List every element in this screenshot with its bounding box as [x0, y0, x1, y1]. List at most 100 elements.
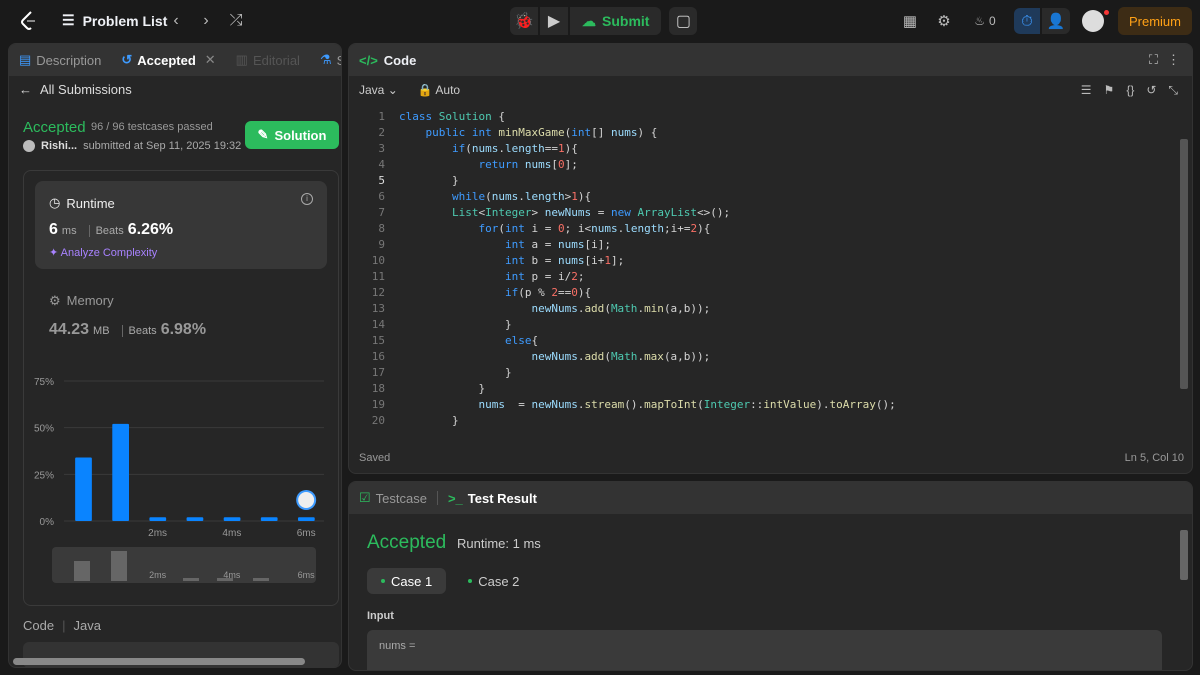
- tab-editorial[interactable]: ▥ Editorial: [236, 52, 300, 68]
- tab-label: So: [337, 53, 341, 68]
- info-icon[interactable]: i: [301, 193, 313, 205]
- username[interactable]: Rishi...: [41, 140, 77, 152]
- avatar[interactable]: [23, 140, 35, 152]
- overview-bar: [111, 551, 127, 581]
- vertical-scrollbar[interactable]: [1180, 139, 1188, 389]
- avatar[interactable]: [1082, 10, 1104, 32]
- case-2-tab[interactable]: Case 2: [454, 568, 533, 594]
- bookmark-icon[interactable]: ⚑: [1104, 83, 1115, 98]
- code-line[interactable]: public int minMaxGame(int[] nums) {: [399, 126, 658, 139]
- left-panel: ▤ Description ↺ Accepted ✕ ▥ Editorial ⚗ So ←…: [8, 43, 342, 668]
- analyze-label: Analyze Complexity: [60, 247, 158, 259]
- beats-label: Beats: [121, 325, 157, 337]
- code-line[interactable]: if(nums.length==1){: [399, 142, 578, 155]
- bar: [149, 517, 167, 521]
- premium-button[interactable]: Premium: [1118, 7, 1192, 35]
- chart-overview: [52, 547, 316, 583]
- braces-icon[interactable]: {}: [1126, 83, 1134, 98]
- horizontal-scrollbar[interactable]: [13, 658, 305, 665]
- tab-solutions[interactable]: ⚗ So: [320, 52, 341, 68]
- code-line[interactable]: }: [399, 174, 459, 187]
- code-line[interactable]: newNums.add(Math.min(a,b));: [399, 302, 710, 315]
- streak-counter[interactable]: ♨ 0: [968, 11, 1002, 31]
- code-line[interactable]: int p = i/2;: [399, 270, 584, 283]
- tab-testcase[interactable]: ☑ Testcase: [359, 490, 427, 506]
- debug-icon[interactable]: 🐞: [510, 7, 538, 35]
- leetcode-logo-icon[interactable]: [18, 10, 40, 32]
- code-line[interactable]: if(p % 2==0){: [399, 286, 591, 299]
- next-problem-icon[interactable]: ›: [196, 11, 216, 31]
- submit-label: Submit: [602, 13, 650, 29]
- overview-tick-label: 4ms: [223, 570, 241, 580]
- language-select[interactable]: Java ⌄: [359, 83, 398, 97]
- runtime-distribution-chart[interactable]: 75% 50% 25% 0% 2ms 4ms 6ms 2ms 4ms 6ms: [24, 361, 340, 601]
- streak-count: 0: [989, 14, 996, 28]
- problem-list-label: Problem List: [82, 12, 168, 29]
- timer-icon[interactable]: ⏱: [1014, 8, 1040, 34]
- memory-beats: 6.98%: [160, 321, 207, 338]
- submit-button[interactable]: ☁ Submit: [570, 7, 662, 35]
- add-user-icon[interactable]: 👤: [1042, 8, 1070, 34]
- overview-tick-label: 2ms: [149, 570, 167, 580]
- chip-icon: ⚙: [49, 293, 61, 308]
- code-line[interactable]: }: [399, 318, 512, 331]
- editor-status-bar: Saved Ln 5, Col 10: [349, 452, 1192, 464]
- run-icon[interactable]: ▶: [540, 7, 568, 35]
- code-line[interactable]: else{: [399, 334, 538, 347]
- code-line[interactable]: return nums[0];: [399, 158, 577, 171]
- reset-icon[interactable]: ↺: [1146, 83, 1156, 98]
- y-tick-label: 50%: [34, 424, 54, 435]
- code-line[interactable]: }: [399, 382, 485, 395]
- language-label: Java: [73, 618, 101, 633]
- runtime-card[interactable]: ◷ Runtime i 6 ms Beats 6.26% ✦ Analyze Compl…: [35, 181, 327, 269]
- collapse-icon[interactable]: ⤡: [1168, 83, 1178, 98]
- code-line[interactable]: class Solution {: [399, 110, 505, 123]
- code-line[interactable]: for(int i = 0; i<nums.length;i+=2){: [399, 222, 710, 235]
- maximize-icon[interactable]: ⛶: [1149, 52, 1158, 68]
- vertical-scrollbar[interactable]: [1180, 530, 1188, 580]
- problem-list-link[interactable]: ☰ Problem List: [62, 12, 167, 29]
- more-icon[interactable]: ⋮: [1167, 52, 1180, 68]
- top-bar: ☰ Problem List ‹ › ⤮ 🐞 ▶ ☁ Submit ▢ ▦ ⚙ ♨ 0…: [0, 0, 1200, 42]
- y-tick-label: 25%: [34, 470, 54, 481]
- line-number: 15: [371, 334, 385, 347]
- layout-grid-icon[interactable]: ▦: [900, 11, 920, 31]
- upload-cloud-icon: ☁: [582, 12, 596, 29]
- shuffle-icon[interactable]: ⤮: [226, 11, 246, 31]
- line-number: 8: [378, 222, 385, 235]
- auto-mode[interactable]: 🔒 Auto: [418, 83, 460, 97]
- memory-tab[interactable]: ⚙ Memory: [49, 293, 114, 309]
- edit-icon: ✎: [257, 127, 269, 142]
- format-icon[interactable]: ☰: [1081, 83, 1092, 98]
- notes-icon[interactable]: ▢: [669, 7, 698, 35]
- prev-problem-icon[interactable]: ‹: [166, 11, 186, 31]
- code-line[interactable]: int a = nums[i];: [399, 238, 611, 251]
- case-1-tab[interactable]: Case 1: [367, 568, 447, 594]
- analyze-complexity-link[interactable]: ✦ Analyze Complexity: [49, 246, 157, 259]
- solution-button[interactable]: ✎ Solution: [245, 121, 339, 149]
- line-number: 5: [378, 174, 385, 187]
- close-icon[interactable]: ✕: [205, 52, 216, 68]
- avatar: [298, 492, 315, 508]
- code-line[interactable]: newNums.add(Math.max(a,b));: [399, 350, 710, 363]
- case-label: Case 2: [478, 573, 520, 589]
- code-line[interactable]: nums = newNums.stream().mapToInt(Integer…: [399, 398, 895, 411]
- all-submissions-link[interactable]: ← All Submissions: [19, 82, 132, 97]
- code-line[interactable]: }: [399, 414, 459, 427]
- code-editor[interactable]: 1 class Solution {2 public int minMaxGame…: [349, 107, 1179, 437]
- tab-label: Description: [36, 52, 102, 68]
- tab-test-result[interactable]: >_ Test Result: [448, 491, 537, 506]
- code-title: Code: [383, 52, 417, 68]
- code-line[interactable]: int b = nums[i+1];: [399, 254, 624, 267]
- gear-icon[interactable]: ⚙: [934, 11, 954, 31]
- runtime-unit: ms: [61, 225, 77, 237]
- code-language-row: Code | Java: [23, 618, 101, 633]
- mode-value: Auto: [435, 83, 461, 97]
- book-icon: ▥: [235, 52, 248, 67]
- y-tick-label: 0%: [40, 517, 55, 528]
- code-line[interactable]: List<Integer> newNums = new ArrayList<>(…: [399, 206, 730, 219]
- code-line[interactable]: }: [399, 366, 512, 379]
- tab-description[interactable]: ▤ Description: [19, 52, 101, 68]
- tab-accepted[interactable]: ↺ Accepted ✕: [121, 52, 215, 68]
- code-line[interactable]: while(nums.length>1){: [399, 190, 591, 203]
